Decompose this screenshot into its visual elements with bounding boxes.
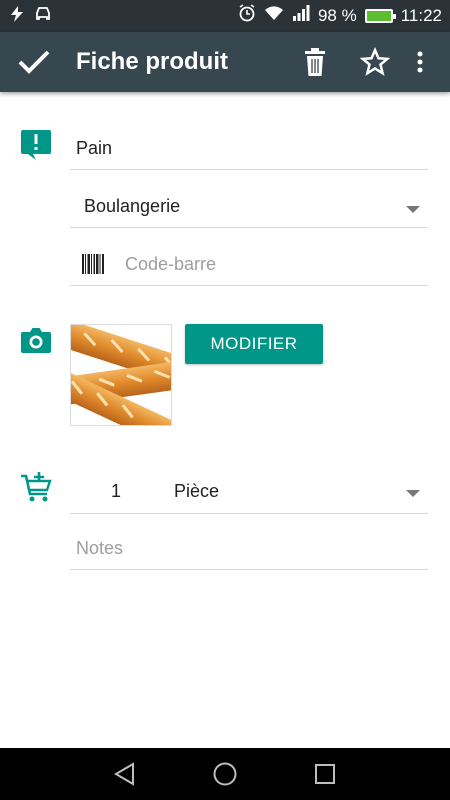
modify-photo-button[interactable]: MODIFIER — [185, 324, 323, 364]
confirm-check-icon[interactable] — [16, 44, 52, 80]
wifi-icon — [264, 5, 284, 26]
product-info-icon — [20, 130, 52, 162]
notes-placeholder: Notes — [76, 538, 124, 558]
quantity-value: 1 — [110, 481, 121, 501]
unit-value: Pièce — [174, 481, 220, 501]
recents-icon[interactable] — [311, 760, 339, 788]
signal-icon — [292, 5, 310, 26]
add-to-cart-icon — [20, 472, 52, 504]
product-photo[interactable] — [70, 324, 172, 426]
page-title: Fiche produit — [76, 48, 228, 75]
alarm-icon — [238, 4, 256, 27]
car-notification-icon — [34, 6, 52, 27]
quantity-field[interactable]: 1 — [70, 472, 162, 514]
notes-field[interactable]: Notes — [70, 530, 428, 570]
status-bar: 98 % 11:22 — [0, 0, 450, 32]
battery-icon — [364, 8, 396, 23]
clock: 11:22 — [400, 5, 442, 25]
system-nav-bar — [0, 748, 450, 800]
barcode-field[interactable]: Code-barre — [70, 246, 428, 286]
category-value: Boulangerie — [84, 196, 181, 216]
delete-trash-icon[interactable] — [297, 44, 333, 80]
battery-percent: 98 % — [317, 5, 357, 25]
app-bar: Fiche produit — [0, 32, 450, 92]
home-icon[interactable] — [211, 760, 239, 788]
product-name-field[interactable]: Pain — [70, 130, 428, 170]
dropdown-arrow-icon — [406, 206, 420, 213]
favorite-star-icon[interactable] — [357, 44, 393, 80]
camera-icon — [20, 324, 52, 356]
overflow-menu-icon[interactable] — [402, 44, 438, 80]
dropdown-arrow-icon — [406, 490, 420, 497]
product-name-value: Pain — [76, 138, 113, 158]
back-icon[interactable] — [111, 760, 139, 788]
flash-notification-icon — [10, 6, 24, 27]
barcode-placeholder: Code-barre — [125, 254, 217, 274]
barcode-icon — [82, 254, 104, 279]
category-select[interactable]: Boulangerie — [70, 188, 428, 228]
unit-select[interactable]: Pièce — [162, 472, 428, 514]
